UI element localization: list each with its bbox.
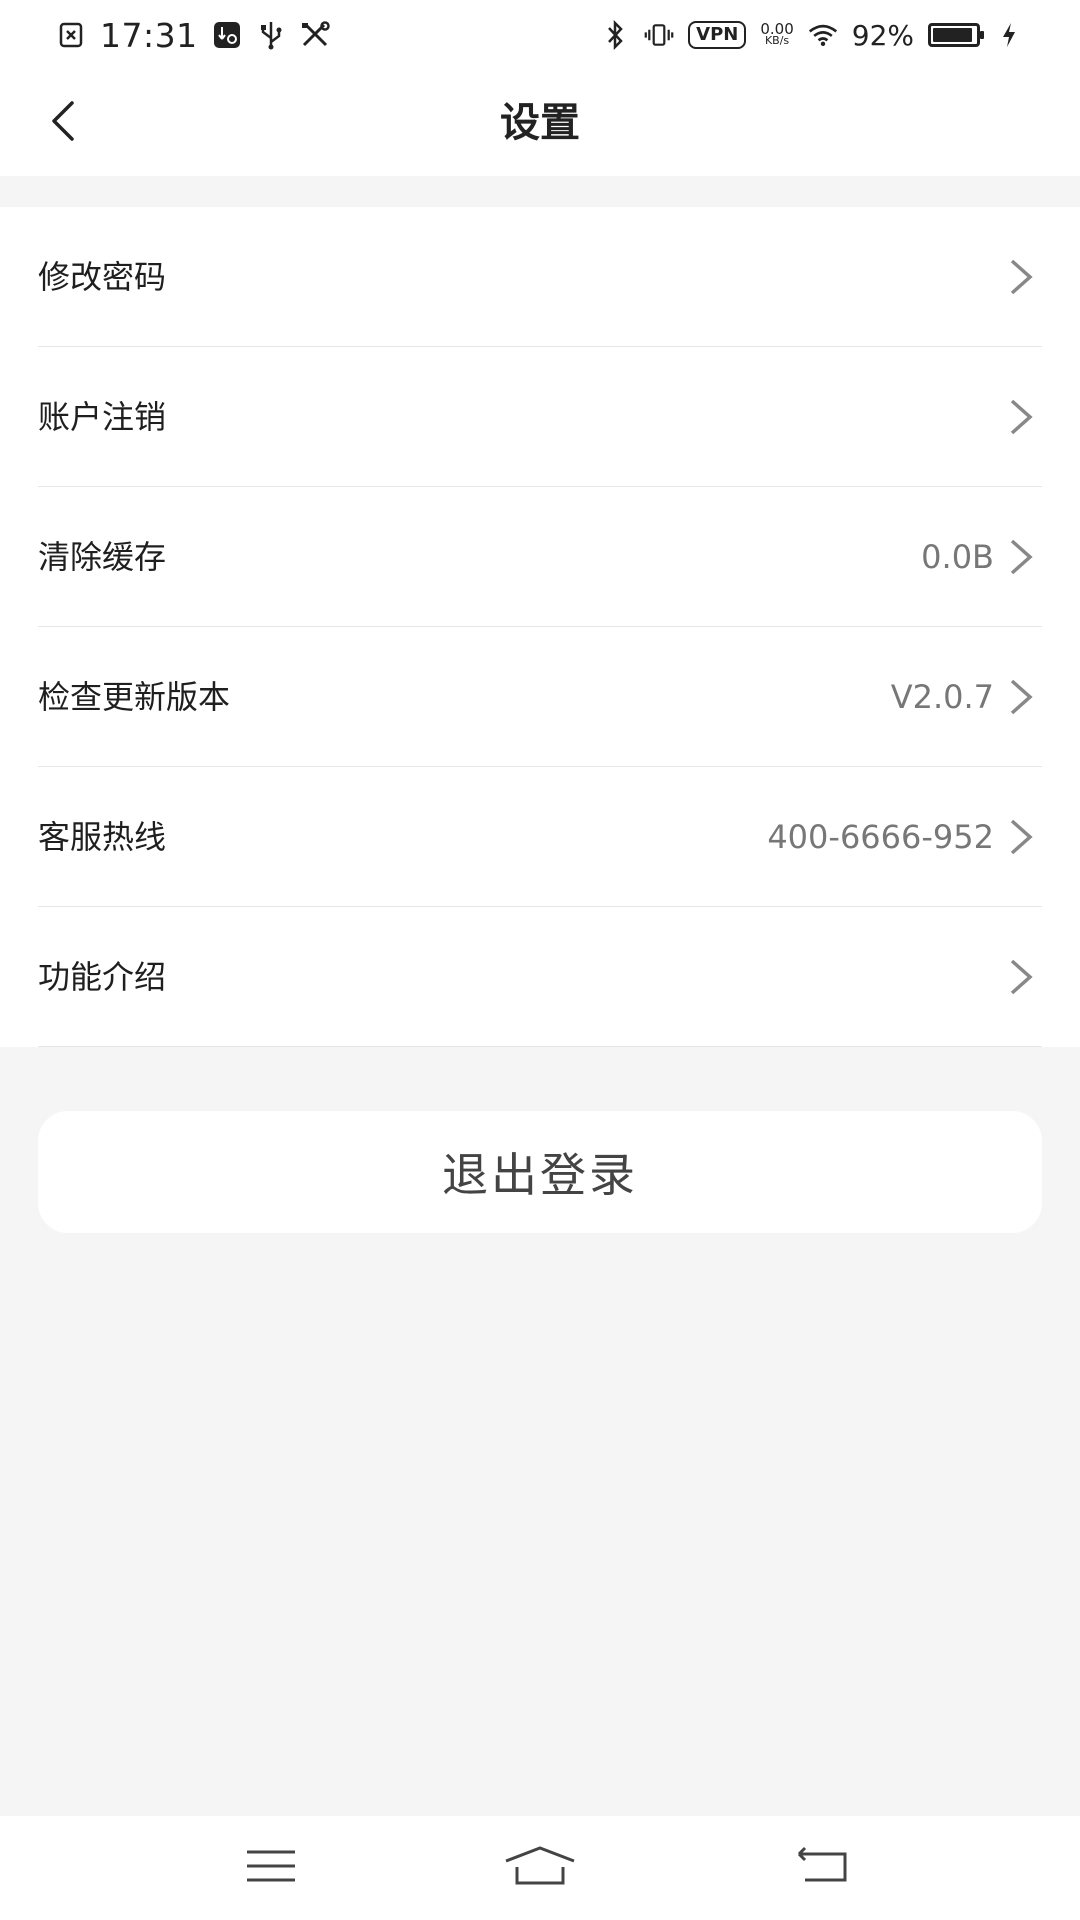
- system-home-button[interactable]: [495, 1838, 585, 1898]
- chevron-right-icon: [1006, 257, 1036, 297]
- status-bar-right: VPN 0.00 KB/s 92%: [600, 0, 1024, 70]
- net-speed: 0.00 KB/s: [760, 22, 793, 47]
- settings-item-label: 检查更新版本: [38, 678, 231, 716]
- settings-item-account-cancel[interactable]: 账户注销: [0, 347, 1080, 487]
- settings-item-label: 功能介绍: [38, 958, 167, 996]
- logout-button[interactable]: 退出登录: [38, 1111, 1042, 1233]
- status-bar-left: 17:31: [56, 0, 330, 70]
- chevron-right-icon: [1006, 957, 1036, 997]
- system-menu-button[interactable]: [226, 1838, 316, 1898]
- notification-x-icon: [56, 20, 86, 50]
- status-time: 17:31: [100, 15, 198, 55]
- chevron-right-icon: [1006, 677, 1036, 717]
- page-title: 设置: [500, 100, 580, 146]
- system-nav-bar: [0, 1816, 1080, 1920]
- settings-item-clear-cache[interactable]: 清除缓存 0.0B: [0, 487, 1080, 627]
- bluetooth-icon: [600, 20, 630, 50]
- back-button[interactable]: [30, 90, 96, 156]
- settings-item-features[interactable]: 功能介绍: [0, 907, 1080, 1047]
- battery-icon: [928, 23, 984, 47]
- battery-percent: 92%: [851, 18, 914, 52]
- header: 设置: [0, 70, 1080, 176]
- divider: [38, 1046, 1042, 1047]
- vpn-badge: VPN: [688, 21, 747, 49]
- settings-item-check-update[interactable]: 检查更新版本 V2.0.7: [0, 627, 1080, 767]
- settings-item-hotline[interactable]: 客服热线 400-6666-952: [0, 767, 1080, 907]
- wifi-icon: [808, 20, 838, 50]
- usb-debug-icon: [212, 20, 242, 50]
- settings-item-label: 修改密码: [38, 258, 167, 296]
- chevron-right-icon: [1006, 537, 1036, 577]
- net-speed-unit: KB/s: [764, 34, 790, 47]
- settings-list: 修改密码 账户注销 清除缓存 0.0B 检查更新版本 V2.0.7 客服热线 4…: [0, 207, 1080, 1047]
- charging-icon: [994, 20, 1024, 50]
- cache-size: 0.0B: [921, 538, 994, 576]
- settings-item-change-password[interactable]: 修改密码: [0, 207, 1080, 347]
- settings-item-label: 账户注销: [38, 398, 167, 436]
- app-version: V2.0.7: [890, 678, 994, 716]
- usb-icon: [256, 20, 286, 50]
- home-icon: [503, 1845, 577, 1891]
- chevron-right-icon: [1006, 397, 1036, 437]
- status-bar: 17:31 VPN 0.00 KB/s 92%: [0, 0, 1080, 70]
- tools-icon: [300, 20, 330, 50]
- vibrate-icon: [644, 20, 674, 50]
- settings-item-label: 清除缓存: [38, 538, 167, 576]
- battery-fill: [933, 28, 972, 42]
- settings-item-label: 客服热线: [38, 818, 167, 856]
- system-back-button[interactable]: [778, 1838, 868, 1898]
- back-icon: [795, 1846, 851, 1890]
- menu-icon: [245, 1848, 297, 1888]
- hotline-number: 400-6666-952: [767, 818, 994, 856]
- chevron-left-icon: [46, 99, 80, 147]
- chevron-right-icon: [1006, 817, 1036, 857]
